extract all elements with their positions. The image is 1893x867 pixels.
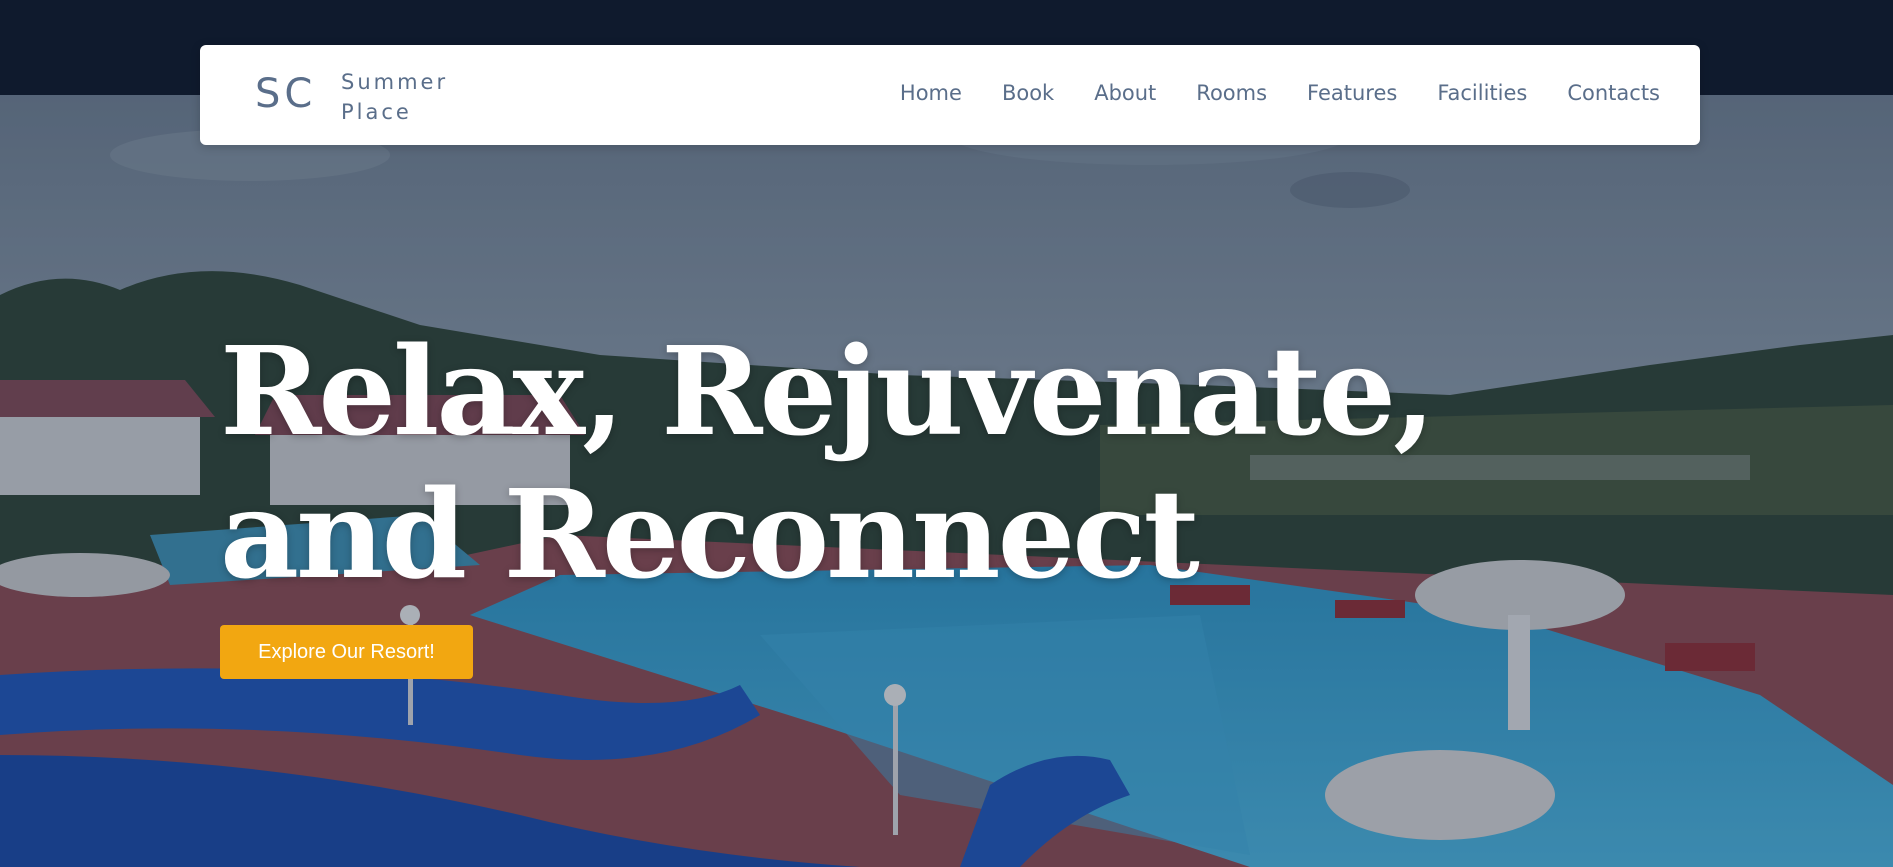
logo-name[interactable]: Summer Place — [341, 67, 448, 127]
nav-link-about[interactable]: About — [1094, 81, 1156, 105]
logo-name-line2: Place — [341, 100, 412, 124]
hero-headline-line2: and Reconnect — [220, 462, 1200, 606]
nav-links: Home Book About Rooms Features Facilitie… — [900, 81, 1660, 105]
logo-name-line1: Summer — [341, 70, 449, 94]
explore-resort-button[interactable]: Explore Our Resort! — [220, 625, 473, 679]
nav-link-book[interactable]: Book — [1002, 81, 1054, 105]
nav-link-contacts[interactable]: Contacts — [1567, 81, 1660, 105]
logo-mark[interactable]: SC — [255, 71, 316, 117]
nav-link-features[interactable]: Features — [1307, 81, 1397, 105]
nav-link-facilities[interactable]: Facilities — [1437, 81, 1527, 105]
nav-link-rooms[interactable]: Rooms — [1196, 81, 1267, 105]
hero-headline-line1: Relax, Rejuvenate, — [220, 319, 1436, 463]
nav-link-home[interactable]: Home — [900, 81, 962, 105]
hero-headline: Relax, Rejuvenate, and Reconnect — [220, 319, 1436, 606]
main-navbar: SC Summer Place Home Book About Rooms Fe… — [200, 45, 1700, 145]
